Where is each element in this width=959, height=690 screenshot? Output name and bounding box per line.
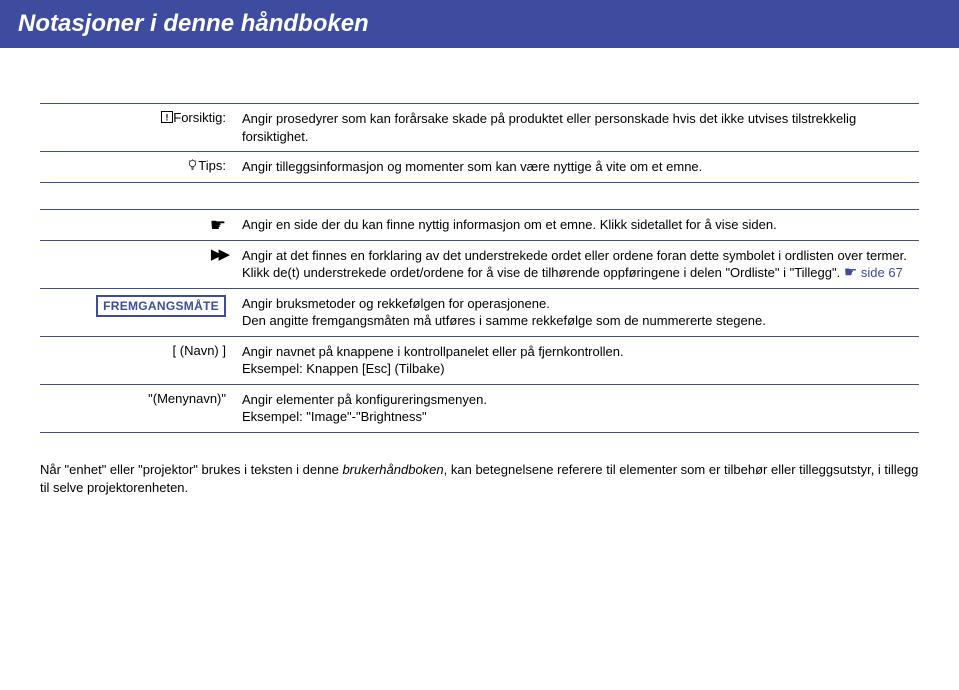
footnote-part-a: Når "enhet" eller "projektor" brukes i t… [40,462,342,477]
tip-icon [187,159,198,172]
row-caution: ! Forsiktig: Angir prosedyrer som kan for… [40,104,919,152]
page-header: Notasjoner i denne håndboken [0,0,959,48]
page-content: ! Forsiktig: Angir prosedyrer som kan for… [0,48,959,517]
name-label: [ (Navn) ] [40,336,236,384]
hand-point-icon: ☛ [210,216,226,234]
caution-label-cell: ! Forsiktig: [40,104,236,152]
caution-label: Forsiktig: [173,110,226,125]
forward-label-cell: ▶▶ [40,240,236,288]
forward-desc-text: Angir at det finnes en forklaring av det… [242,248,907,281]
row-procedure: FREMGANGSMÅTE Angir bruksmetoder og rekk… [40,288,919,336]
tips-label: Tips: [198,158,226,173]
caution-icon: ! [161,111,173,123]
row-forward: ▶▶ Angir at det finnes en forklaring av … [40,240,919,288]
page-title: Notasjoner i denne håndboken [18,10,369,38]
footnote-italic: brukerhåndboken [342,462,443,477]
name-desc: Angir navnet på knappene i kontrollpanel… [236,336,919,384]
hand-label-cell: ☛ [40,209,236,240]
forward-desc: Angir at det finnes en forklaring av det… [236,240,919,288]
row-name: [ (Navn) ] Angir navnet på knappene i ko… [40,336,919,384]
hand-desc: Angir en side der du kan finne nyttig in… [236,209,919,240]
tips-label-cell: Tips: [40,152,236,183]
caution-desc: Angir prosedyrer som kan forårsake skade… [236,104,919,152]
hand-point-icon: ☛ [844,265,857,280]
page-number: 1 [933,50,943,71]
footnote: Når "enhet" eller "projektor" brukes i t… [40,461,919,497]
svg-text:!: ! [166,113,169,123]
procedure-box: FREMGANGSMÅTE [96,295,226,317]
tips-desc: Angir tilleggsinformasjon og momenter so… [236,152,919,183]
fast-forward-icon: ▶▶ [211,247,226,262]
menu-label: "(Menynavn)" [40,384,236,432]
notation-table: ! Forsiktig: Angir prosedyrer som kan for… [40,103,919,433]
row-menu: "(Menynavn)" Angir elementer på konfigur… [40,384,919,432]
procedure-label-cell: FREMGANGSMÅTE [40,288,236,336]
row-tips: Tips: Angir tilleggsinformasjon og momen… [40,152,919,183]
procedure-desc: Angir bruksmetoder og rekkefølgen for op… [236,288,919,336]
menu-desc: Angir elementer på konfigureringsmenyen.… [236,384,919,432]
forward-page-link[interactable]: side 67 [857,265,903,280]
row-hand: ☛ Angir en side der du kan finne nyttig … [40,209,919,240]
